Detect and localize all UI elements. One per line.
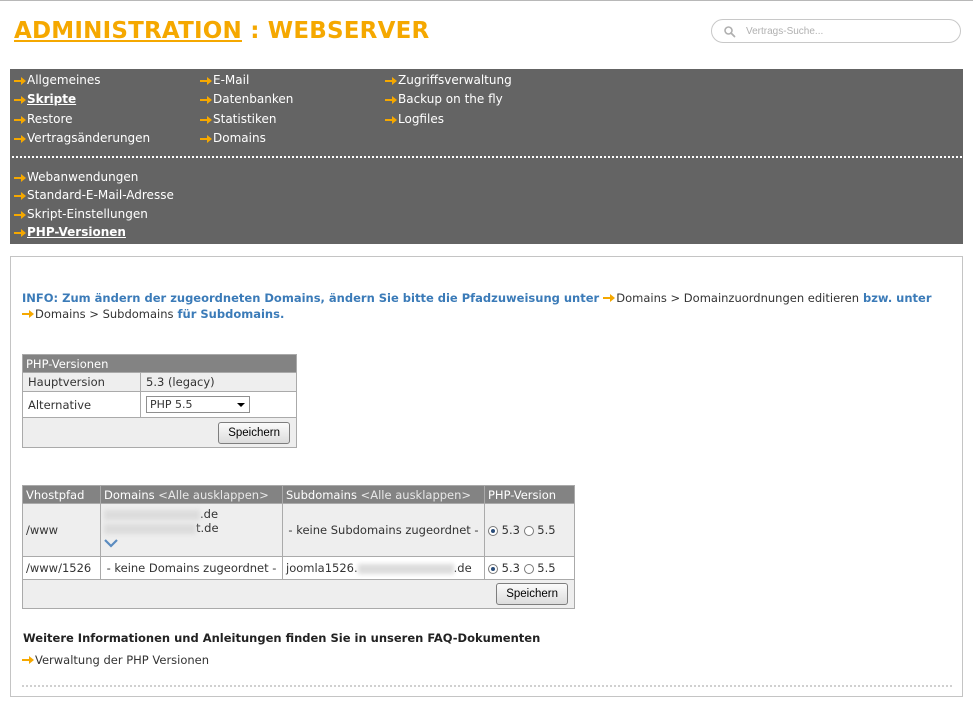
col-domains: Domains <Alle ausklappen> [100, 485, 283, 504]
subnav-item-skript-einstellungen[interactable]: Skript-Einstellungen [14, 207, 148, 222]
contract-search[interactable] [711, 19, 961, 43]
page-title: ADMINISTRATION : WEBSERVER [14, 18, 429, 44]
bottom-divider [22, 685, 952, 687]
search-icon [724, 26, 736, 38]
arrow-right-icon [22, 656, 34, 664]
php-radio-53[interactable] [488, 564, 498, 574]
arrow-right-icon [22, 310, 34, 318]
domains-expand-all-link[interactable]: <Alle ausklappen> [158, 488, 268, 502]
nav-item-logfiles[interactable]: Logfiles [385, 112, 444, 127]
info-text-1: INFO: Zum ändern der zugeordneten Domain… [22, 291, 600, 305]
table-row: /www .de t.de - keine Subdomains zugeord… [22, 503, 575, 557]
arrow-right-icon [14, 228, 26, 237]
info-text-3: für Subdomains. [177, 307, 285, 321]
redacted-text [104, 509, 200, 520]
arrow-right-icon [14, 115, 26, 124]
php-option-label: 5.3 [501, 523, 520, 537]
nav-item-backup[interactable]: Backup on the fly [385, 92, 503, 107]
vhost-php-cell: 5.3 5.5 [484, 503, 575, 557]
vhost-table: Vhostpfad Domains <Alle ausklappen> Subd… [22, 485, 575, 609]
vhost-domains-cell: .de t.de [100, 503, 283, 557]
nav-item-statistiken[interactable]: Statistiken [200, 112, 277, 127]
subnav-item-webanwendungen[interactable]: Webanwendungen [14, 170, 138, 185]
info-message: INFO: Zum ändern der zugeordneten Domain… [22, 290, 952, 322]
arrow-right-icon [385, 95, 397, 104]
domain-entry: .de [104, 507, 279, 521]
info-path-domainzuordnungen: Domains > Domainzuordnungen editieren [616, 291, 859, 305]
nav-item-email[interactable]: E-Mail [200, 73, 249, 88]
php-option-label: 5.3 [501, 561, 520, 575]
arrow-right-icon [200, 95, 212, 104]
php-radio-55[interactable] [523, 564, 534, 574]
search-input[interactable] [746, 23, 946, 39]
col-subdomains: Subdomains <Alle ausklappen> [282, 485, 485, 504]
nav-item-allgemeines[interactable]: Allgemeines [14, 73, 101, 88]
arrow-right-icon [14, 95, 26, 104]
alternative-php-select[interactable]: PHP 5.5 [146, 396, 250, 413]
subnav-item-standard-email[interactable]: Standard-E-Mail-Adresse [14, 188, 174, 203]
save-php-version-button[interactable]: Speichern [218, 421, 290, 444]
vhost-php-cell: 5.3 5.5 [484, 556, 575, 580]
nav-item-vertragsaenderungen[interactable]: Vertragsänderungen [14, 131, 150, 146]
nav-item-datenbanken[interactable]: Datenbanken [200, 92, 293, 107]
arrow-right-icon [385, 76, 397, 85]
col-subdomains-label: Subdomains [286, 487, 357, 502]
arrow-right-icon [14, 191, 26, 200]
arrow-right-icon [385, 115, 397, 124]
faq-heading: Weitere Informationen und Anleitungen fi… [23, 631, 541, 645]
hauptversion-label: Hauptversion [22, 372, 141, 392]
vhost-path: /www/1526 [22, 556, 101, 580]
administration-link[interactable]: ADMINISTRATION [14, 18, 242, 44]
vhost-subdomains: - keine Subdomains zugeordnet - [282, 503, 485, 557]
arrow-right-icon [14, 76, 26, 85]
arrow-right-icon [14, 173, 26, 182]
chevron-down-icon[interactable] [104, 538, 118, 548]
nav-item-restore[interactable]: Restore [14, 112, 73, 127]
arrow-right-icon [603, 294, 616, 302]
nav-item-skripte[interactable]: Skripte [14, 92, 76, 107]
nav-separator [12, 156, 962, 158]
arrow-right-icon [200, 134, 212, 143]
subdomains-expand-all-link[interactable]: <Alle ausklappen> [361, 488, 471, 502]
php-versions-table: PHP-Versionen Hauptversion 5.3 (legacy) … [22, 354, 297, 448]
arrow-right-icon [14, 134, 26, 143]
arrow-right-icon [200, 115, 212, 124]
main-navigation: Allgemeines Skripte Restore Vertragsände… [10, 69, 963, 244]
nav-item-zugriffsverwaltung[interactable]: Zugriffsverwaltung [385, 73, 512, 88]
php-radio-55[interactable] [523, 526, 534, 536]
dropdown-arrow-icon [237, 403, 245, 407]
info-text-2: bzw. unter [863, 291, 932, 305]
nav-item-domains[interactable]: Domains [200, 131, 266, 146]
arrow-right-icon [14, 210, 26, 219]
php-versions-title: PHP-Versionen [22, 354, 297, 373]
php-option-label: 5.5 [537, 523, 556, 537]
top-border [0, 0, 973, 1]
arrow-right-icon [200, 76, 212, 85]
php-radio-53[interactable] [488, 526, 498, 536]
col-domains-label: Domains [104, 487, 155, 502]
table-row: /www/1526 - keine Domains zugeordnet - j… [22, 556, 575, 580]
vhost-path: /www [22, 503, 101, 557]
alternative-php-selected: PHP 5.5 [150, 398, 193, 411]
vhost-subdomains-cell: joomla1526. .de [282, 556, 485, 580]
save-vhost-button[interactable]: Speichern [496, 583, 568, 605]
col-php-version: PHP-Version [484, 485, 575, 504]
subnav-item-php-versionen[interactable]: PHP-Versionen [14, 225, 126, 240]
alternative-label: Alternative [22, 391, 141, 418]
col-vhostpfad: Vhostpfad [22, 485, 101, 504]
info-path-subdomains: Domains > Subdomains [35, 307, 174, 321]
vhost-domains: - keine Domains zugeordnet - [100, 556, 283, 580]
redacted-text [104, 523, 196, 534]
php-option-label: 5.5 [537, 561, 556, 575]
page-title-rest: : WEBSERVER [241, 18, 430, 44]
faq-link-php-versionen[interactable]: Verwaltung der PHP Versionen [22, 653, 209, 667]
domain-entry: t.de [104, 521, 279, 535]
content-panel: INFO: Zum ändern der zugeordneten Domain… [10, 256, 963, 697]
hauptversion-value: 5.3 (legacy) [140, 372, 297, 392]
redacted-text [357, 563, 454, 574]
